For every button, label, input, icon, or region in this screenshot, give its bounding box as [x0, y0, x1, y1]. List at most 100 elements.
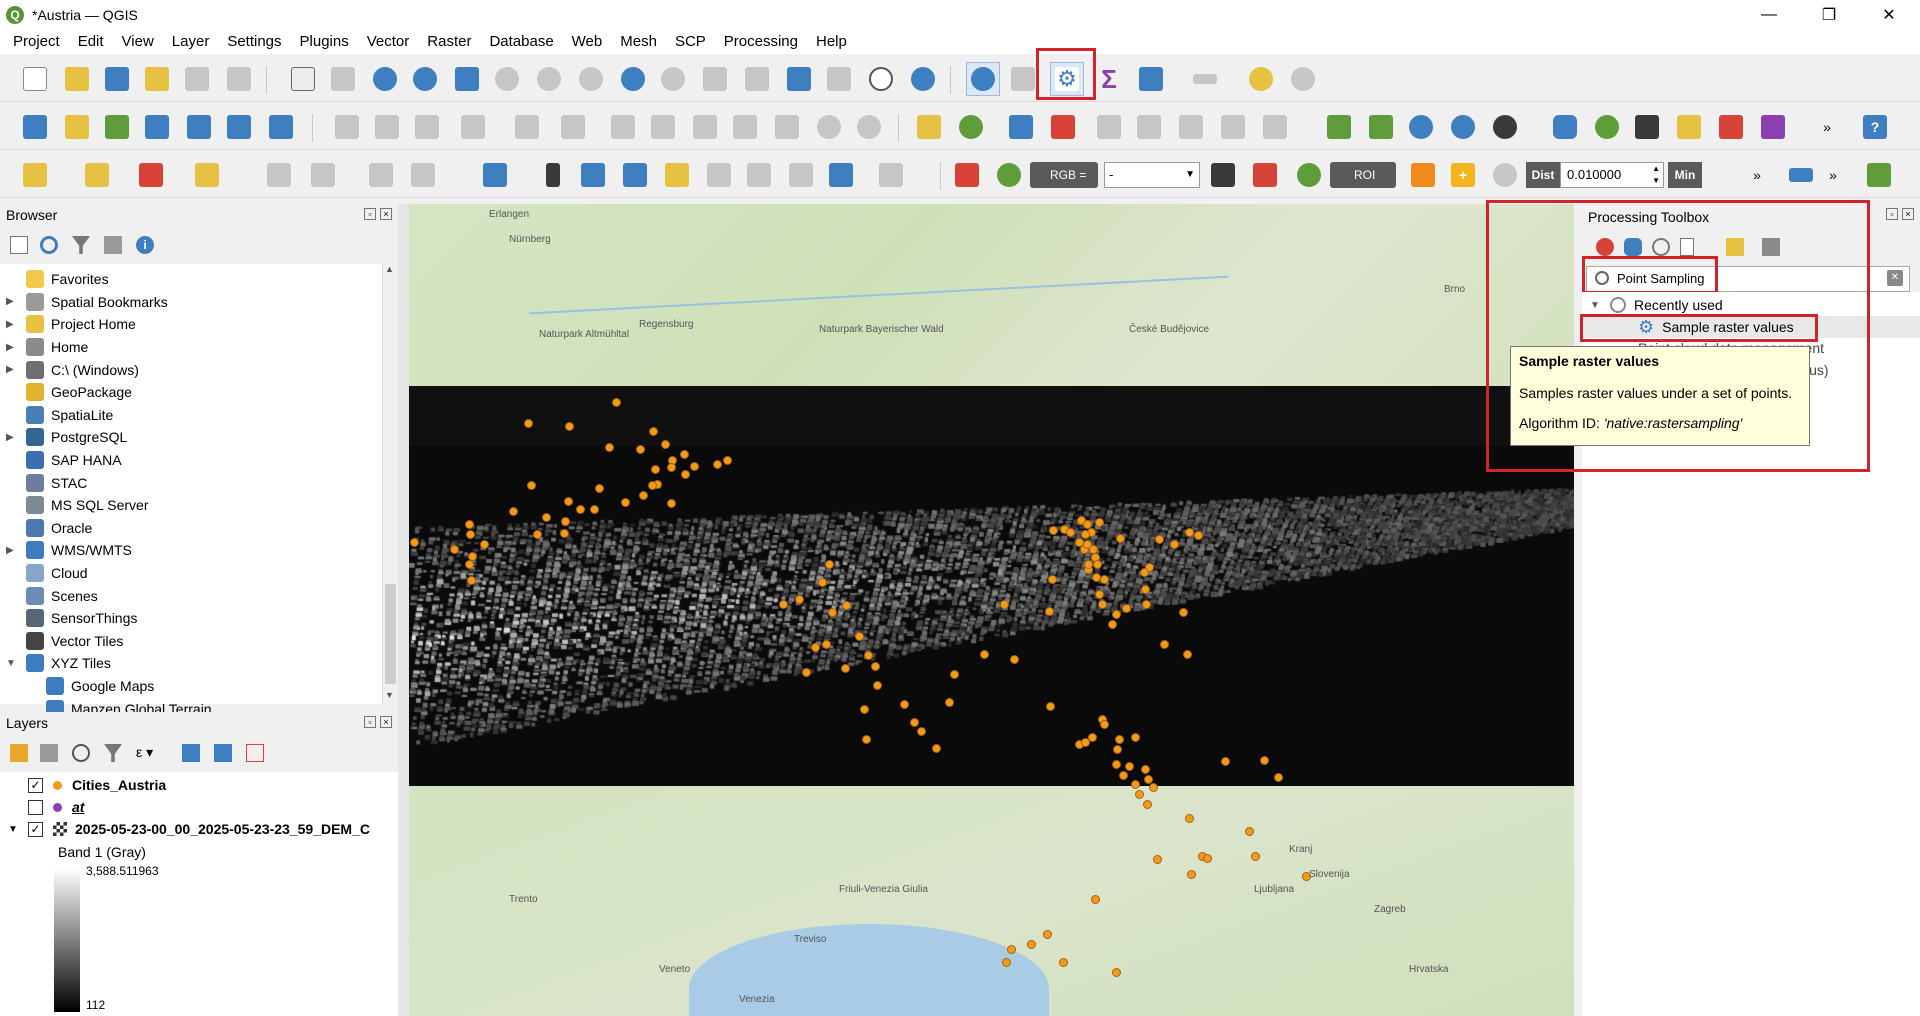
add-group-icon[interactable]	[40, 744, 58, 762]
browser-item[interactable]: Cloud	[0, 562, 382, 585]
menu-view[interactable]: View	[113, 30, 163, 54]
float-panel-icon[interactable]: ▫	[1886, 208, 1898, 220]
menu-processing[interactable]: Processing	[715, 30, 807, 54]
browser-item[interactable]: ▶ Spatial Bookmarks	[0, 291, 382, 314]
close-button[interactable]: ✕	[1866, 0, 1912, 30]
eye-icon[interactable]	[72, 744, 90, 762]
scp-dock-button[interactable]	[1784, 158, 1818, 192]
highlight-pinned-labels-button[interactable]	[1004, 110, 1038, 144]
text-on-point-button[interactable]	[702, 158, 736, 192]
style-layer-icon[interactable]	[10, 744, 28, 762]
scp-percent-button[interactable]	[1206, 158, 1240, 192]
edit-table-button[interactable]	[606, 110, 640, 144]
scp-roi-zoom-button[interactable]	[1292, 158, 1326, 192]
expand-all-icon[interactable]	[182, 744, 200, 762]
layout-manager-button[interactable]	[180, 62, 214, 96]
select-by-area-button[interactable]	[18, 158, 52, 192]
copy-features-button[interactable]	[728, 110, 762, 144]
collapse-all-icon[interactable]	[214, 744, 232, 762]
menu-settings[interactable]: Settings	[218, 30, 290, 54]
menu-vector[interactable]: Vector	[358, 30, 419, 54]
zoom-selection-button[interactable]	[490, 62, 524, 96]
pointer-button[interactable]	[536, 158, 570, 192]
select-feature-button[interactable]	[1322, 110, 1356, 144]
show-bookmarks-button[interactable]	[822, 62, 856, 96]
menu-project[interactable]: Project	[4, 30, 69, 54]
spin-arrows-icon[interactable]: ▲ ▼	[1652, 163, 1660, 187]
toolbar3-overflow-button[interactable]: »	[1740, 158, 1774, 192]
digitize-grey-4-button[interactable]	[406, 158, 440, 192]
search-tool-button[interactable]	[1590, 110, 1624, 144]
add-mesh-layer-button[interactable]	[222, 110, 256, 144]
modify-attributes-button[interactable]	[556, 110, 590, 144]
digitize-button[interactable]	[140, 110, 174, 144]
menu-layer[interactable]: Layer	[163, 30, 219, 54]
tree-expand-arrow[interactable]: ▶	[6, 296, 20, 307]
globe-add-button[interactable]	[1446, 110, 1480, 144]
tree-expand-arrow[interactable]: ▶	[6, 432, 20, 443]
scroll-thumb[interactable]	[385, 584, 396, 684]
scroll-up-icon[interactable]: ▲	[385, 264, 394, 274]
new-map-view-button[interactable]	[698, 62, 732, 96]
zoom-out-button[interactable]	[408, 62, 442, 96]
browser-item[interactable]: ▶ PostgreSQL	[0, 426, 382, 449]
data-source-manager-button[interactable]	[18, 110, 52, 144]
zoom-last-button[interactable]	[616, 62, 650, 96]
plugin-cursor-button[interactable]	[1714, 110, 1748, 144]
filter-icon[interactable]	[72, 236, 90, 254]
green-search-button[interactable]	[1862, 158, 1896, 192]
close-panel-icon[interactable]: ×	[380, 208, 392, 220]
open-attribute-table-button[interactable]	[1006, 62, 1040, 96]
rotate-label-button[interactable]	[1174, 110, 1208, 144]
add-vector-layer-button[interactable]	[100, 110, 134, 144]
panel-splitter[interactable]	[398, 204, 409, 1016]
remove-layer-icon[interactable]	[246, 744, 264, 762]
dist-spinbox[interactable]: 0.010000 ▲ ▼	[1560, 162, 1664, 188]
save-project-button[interactable]	[100, 62, 134, 96]
scp-arch-button[interactable]	[1248, 158, 1282, 192]
browser-item[interactable]: MS SQL Server	[0, 494, 382, 517]
refresh-button[interactable]	[906, 62, 940, 96]
plugin-arrow-button[interactable]	[1672, 110, 1706, 144]
layer-visibility-checkbox[interactable]: ✓	[28, 821, 43, 837]
globe-world-button[interactable]	[1488, 110, 1522, 144]
text-annotation-button[interactable]	[478, 158, 512, 192]
zoom-layer-button[interactable]	[532, 62, 566, 96]
zoom-native-button[interactable]	[574, 62, 608, 96]
browser-item[interactable]: Oracle	[0, 517, 382, 540]
select-by-attribute-button[interactable]	[80, 158, 114, 192]
collapse-all-icon[interactable]	[104, 236, 122, 254]
line-annotation-button[interactable]	[618, 158, 652, 192]
browser-scrollbar[interactable]: ▲ ▼	[382, 264, 398, 704]
python-console-button[interactable]	[1548, 110, 1582, 144]
locator-button[interactable]	[1286, 62, 1320, 96]
map-tips-button[interactable]	[1244, 62, 1278, 96]
zoom-in-button[interactable]	[368, 62, 402, 96]
toolbar-overflow-button[interactable]: »	[1810, 110, 1844, 144]
refresh-icon[interactable]	[40, 236, 58, 254]
new-print-layout-button[interactable]	[140, 62, 174, 96]
layer-row-dem[interactable]: ▼ ✓ 2025-05-23-00_00_2025-05-23-23_59_DE…	[8, 818, 370, 840]
globe-tool-button[interactable]	[1404, 110, 1438, 144]
deselect-button[interactable]	[134, 158, 168, 192]
tree-expand-arrow[interactable]: ▶	[6, 342, 20, 353]
layer-row-at[interactable]: at	[8, 796, 84, 818]
label-history-button[interactable]	[1258, 110, 1292, 144]
zoom-next-button[interactable]	[656, 62, 690, 96]
scp-redo-button[interactable]	[1488, 158, 1522, 192]
layer-labeling-button[interactable]	[912, 110, 946, 144]
layer-visibility-checkbox[interactable]: ✓	[28, 777, 43, 793]
rgb-band-select[interactable]: - ▼	[1104, 162, 1200, 188]
change-label-button[interactable]	[1216, 110, 1250, 144]
menu-scp[interactable]: SCP	[666, 30, 715, 54]
layer-expand-arrow[interactable]: ▼	[8, 824, 28, 835]
new-bookmark-button[interactable]	[782, 62, 816, 96]
undo-button[interactable]	[812, 110, 846, 144]
menu-web[interactable]: Web	[563, 30, 612, 54]
temporal-controller-button[interactable]	[864, 62, 898, 96]
pan-map-button[interactable]	[286, 62, 320, 96]
plugin-network-button[interactable]	[1756, 110, 1790, 144]
show-hide-labels-button[interactable]	[1132, 110, 1166, 144]
picture-annotation-button[interactable]	[824, 158, 858, 192]
tree-expand-arrow[interactable]: ▶	[6, 364, 20, 375]
